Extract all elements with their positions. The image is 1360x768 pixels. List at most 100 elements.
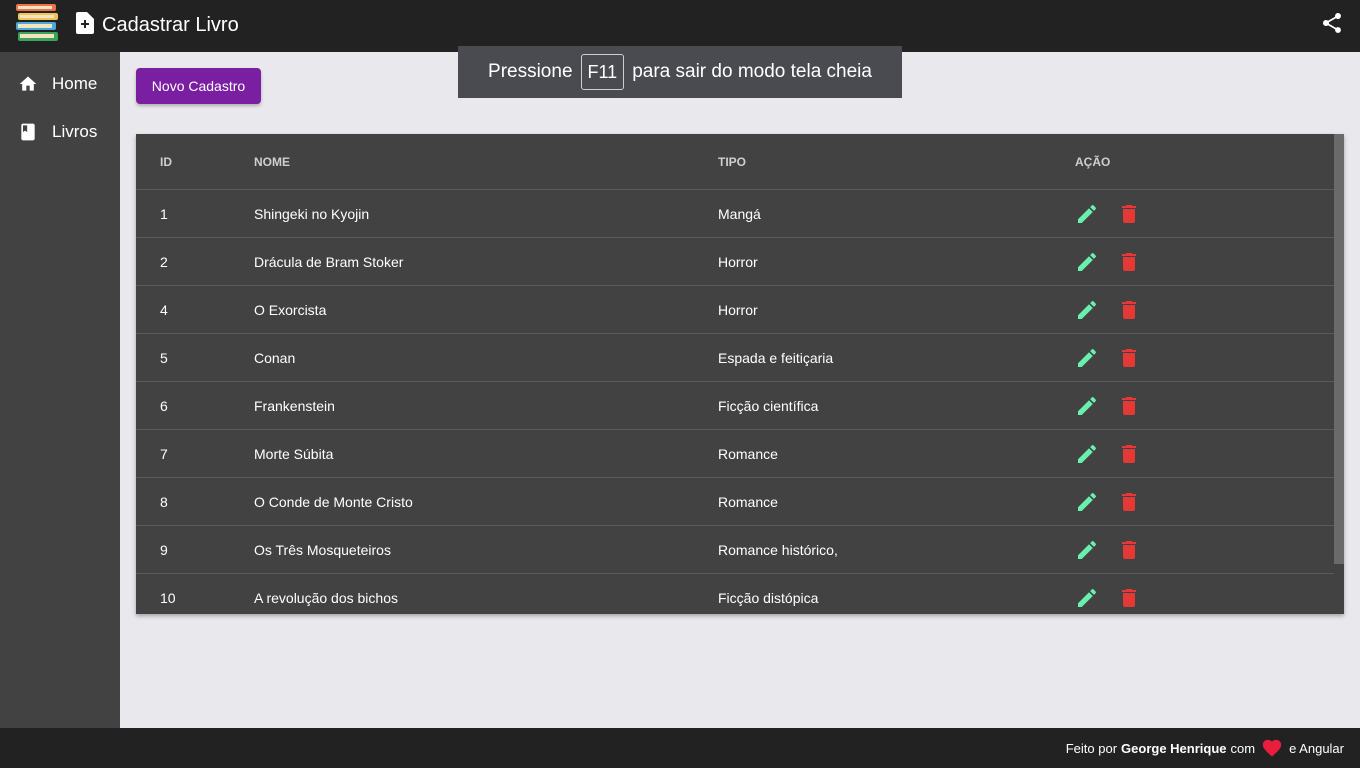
column-header-type[interactable]: TIPO: [718, 134, 746, 189]
table-row: 4 O Exorcista Horror: [136, 286, 1334, 334]
heart-icon: [1262, 739, 1282, 757]
cell-name: Conan: [254, 349, 296, 366]
delete-button[interactable]: [1117, 490, 1141, 514]
delete-button[interactable]: [1117, 394, 1141, 418]
books-logo-icon: [16, 4, 58, 41]
edit-button[interactable]: [1075, 298, 1099, 322]
cell-type: Mangá: [718, 205, 761, 222]
cell-name: Os Três Mosqueteiros: [254, 541, 391, 558]
cell-actions: [1075, 286, 1141, 333]
share-button[interactable]: [1320, 11, 1344, 35]
share-icon: [1322, 13, 1341, 33]
delete-icon: [1122, 252, 1136, 271]
edit-icon: [1078, 588, 1097, 607]
edit-button[interactable]: [1075, 586, 1099, 610]
cell-actions: [1075, 238, 1141, 285]
cell-id: 10: [160, 589, 176, 606]
column-header-name[interactable]: NOME: [254, 134, 290, 189]
cell-name: O Conde de Monte Cristo: [254, 493, 413, 510]
table-row: 9 Os Três Mosqueteiros Romance histórico,: [136, 526, 1334, 574]
cell-name: Shingeki no Kyojin: [254, 205, 370, 222]
fullscreen-hint-after: para sair do modo tela cheia: [632, 61, 872, 82]
cell-id: 8: [160, 493, 168, 510]
delete-icon: [1122, 204, 1136, 223]
cell-type: Ficção científica: [718, 397, 819, 414]
edit-icon: [1078, 348, 1097, 367]
cell-type: Romance: [718, 445, 778, 462]
edit-icon: [1078, 492, 1097, 511]
column-header-id[interactable]: ID: [160, 134, 172, 189]
edit-button[interactable]: [1075, 538, 1099, 562]
fullscreen-hint-before: Pressione: [488, 61, 573, 82]
cell-actions: [1075, 430, 1141, 477]
cell-id: 2: [160, 253, 168, 270]
delete-button[interactable]: [1117, 538, 1141, 562]
cell-actions: [1075, 190, 1141, 237]
delete-icon: [1122, 300, 1136, 319]
cell-name: O Exorcista: [254, 301, 327, 318]
cell-id: 7: [160, 445, 168, 462]
cell-actions: [1075, 334, 1141, 381]
cell-actions: [1075, 478, 1141, 525]
footer-prefix: Feito por: [1065, 740, 1118, 756]
cell-actions: [1075, 382, 1141, 429]
footer-middle: com: [1230, 740, 1256, 756]
cell-id: 4: [160, 301, 168, 318]
cell-actions: [1075, 526, 1141, 573]
edit-icon: [1078, 444, 1097, 463]
table-row: 1 Shingeki no Kyojin Mangá: [136, 190, 1334, 238]
edit-icon: [1078, 540, 1097, 559]
cell-actions: [1075, 574, 1141, 614]
cell-type: Romance: [718, 493, 778, 510]
sidebar-item-label: Home: [52, 74, 98, 93]
cell-id: 5: [160, 349, 168, 366]
footer-suffix: e Angular: [1289, 740, 1344, 756]
fullscreen-hint-key: F11: [580, 54, 625, 90]
cell-id: 9: [160, 541, 168, 558]
delete-icon: [1122, 348, 1136, 367]
edit-button[interactable]: [1075, 202, 1099, 226]
edit-button[interactable]: [1075, 394, 1099, 418]
books-table: ID NOME TIPO AÇÃO 1 Shingeki no Kyojin Man…: [136, 134, 1344, 614]
delete-button[interactable]: [1117, 298, 1141, 322]
cell-type: Ficção distópica: [718, 589, 819, 606]
column-header-action: AÇÃO: [1075, 154, 1111, 169]
edit-button[interactable]: [1075, 490, 1099, 514]
table-header-row: ID NOME TIPO AÇÃO: [136, 134, 1334, 190]
home-icon: [19, 76, 37, 91]
delete-button[interactable]: [1117, 346, 1141, 370]
table-row: 2 Drácula de Bram Stoker Horror: [136, 238, 1334, 286]
new-record-button[interactable]: Novo Cadastro: [136, 68, 261, 104]
edit-button[interactable]: [1075, 346, 1099, 370]
delete-button[interactable]: [1117, 250, 1141, 274]
cell-type: Horror: [718, 301, 758, 318]
delete-icon: [1122, 588, 1136, 607]
table-row: 7 Morte Súbita Romance: [136, 430, 1334, 478]
fullscreen-hint: Pressione F11 para sair do modo tela che…: [458, 46, 902, 98]
cell-name: Frankenstein: [254, 397, 335, 414]
delete-icon: [1122, 444, 1136, 463]
cell-id: 6: [160, 397, 168, 414]
delete-icon: [1122, 396, 1136, 415]
note-add-icon: [76, 12, 94, 34]
edit-icon: [1078, 300, 1097, 319]
table-row: 5 Conan Espada e feitiçaria: [136, 334, 1334, 382]
sidebar-item-home[interactable]: Home: [0, 60, 120, 108]
sidebar-item-livros[interactable]: Livros: [0, 108, 120, 156]
table-row: 6 Frankenstein Ficção científica: [136, 382, 1334, 430]
edit-icon: [1078, 252, 1097, 271]
delete-icon: [1122, 540, 1136, 559]
footer-author: George Henrique: [1121, 740, 1227, 756]
edit-icon: [1078, 396, 1097, 415]
footer: Feito por George Henrique com e Angular: [0, 728, 1360, 768]
cell-id: 1: [160, 205, 168, 222]
table-scrollbar[interactable]: [1334, 134, 1344, 564]
delete-button[interactable]: [1117, 586, 1141, 610]
book-icon: [21, 123, 35, 141]
delete-button[interactable]: [1117, 202, 1141, 226]
table-row: 8 O Conde de Monte Cristo Romance: [136, 478, 1334, 526]
edit-button[interactable]: [1075, 250, 1099, 274]
edit-button[interactable]: [1075, 442, 1099, 466]
sidebar: Home Livros: [0, 52, 120, 728]
delete-button[interactable]: [1117, 442, 1141, 466]
